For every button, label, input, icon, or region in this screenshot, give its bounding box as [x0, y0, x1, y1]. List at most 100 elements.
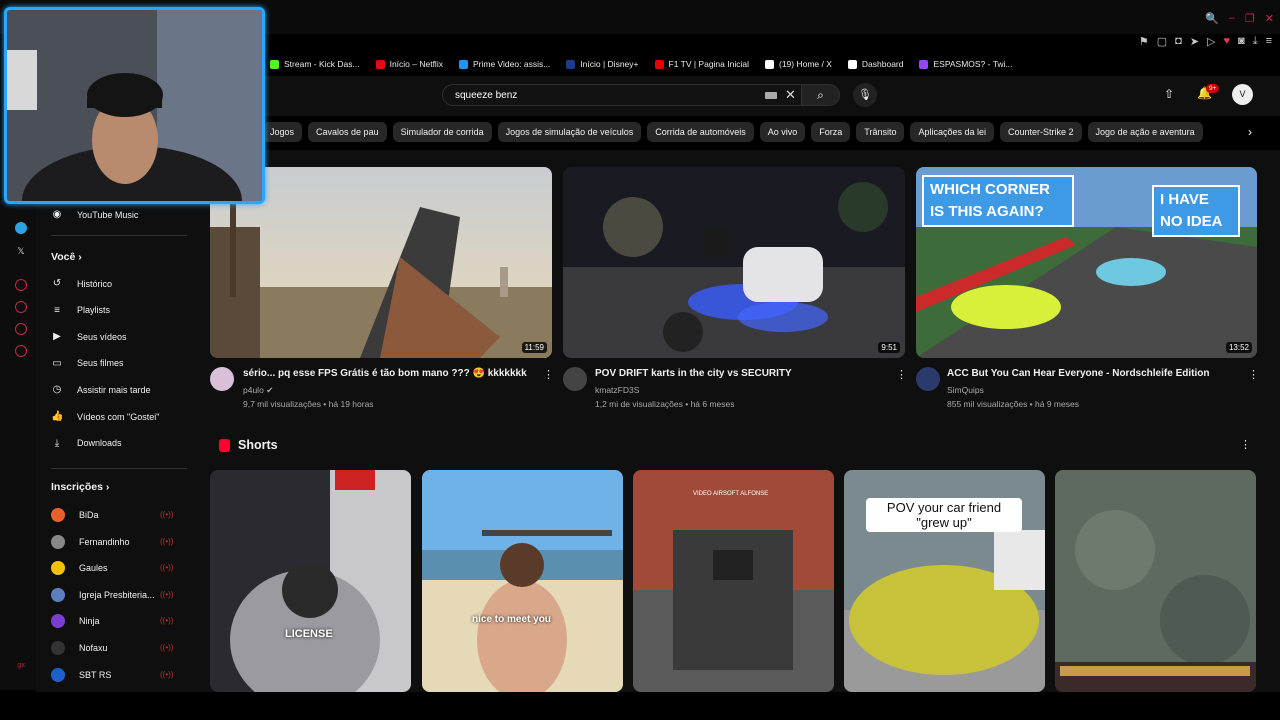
filter-chip[interactable]: Jogos [262, 122, 303, 142]
filter-chip[interactable]: Forza [811, 122, 851, 142]
more-options-icon[interactable]: ⋮ [1240, 438, 1251, 451]
filter-chip[interactable]: Simulador de corrida [392, 122, 492, 142]
bookmark-label: (19) Home / X [778, 59, 832, 69]
more-options-icon[interactable]: ⋮ [543, 368, 554, 381]
short-thumbnail[interactable]: LICENSE [210, 470, 411, 692]
history-icon[interactable] [15, 323, 27, 335]
channel-avatar[interactable] [210, 367, 234, 391]
upload-icon[interactable]: ⇧ [1164, 87, 1174, 101]
channel-avatar[interactable] [916, 367, 940, 391]
search-input[interactable]: squeeze benz ✕ [442, 84, 802, 106]
short-thumbnail[interactable] [1055, 470, 1256, 692]
short-thumbnail[interactable]: VIDEO AIRSOFT ALFONSE [633, 470, 834, 692]
filter-chip[interactable]: Corrida de automóveis [647, 122, 754, 142]
filter-chip[interactable]: Jogo de ação e aventura [1087, 122, 1203, 142]
sidebar-item-label: Downloads [77, 438, 122, 449]
live-indicator-icon: ((•)) [160, 589, 174, 599]
download-icon[interactable]: ⤓ [1253, 35, 1258, 48]
x-icon[interactable]: 𝕏 [15, 245, 27, 257]
filter-chip[interactable]: Cavalos de pau [308, 122, 387, 142]
video-title[interactable]: POV DRIFT karts in the city vs SECURITY [595, 368, 792, 379]
short-thumbnail[interactable]: POV your car friend "grew up" [844, 470, 1045, 692]
sidebar-item-youtube-music[interactable]: ◉ YouTube Music [51, 209, 139, 220]
sidebar-item[interactable]: ▭ Seus filmes [51, 358, 123, 369]
more-options-icon[interactable]: ⋮ [896, 368, 907, 381]
channel-name[interactable]: SimQuips [947, 385, 984, 395]
search-window-icon[interactable]: 🔍 [1205, 12, 1219, 25]
telegram-icon[interactable] [15, 222, 27, 234]
filter-chip[interactable]: Trânsito [856, 122, 905, 142]
sidebar-item[interactable]: ⤓ Downloads [51, 438, 122, 449]
bookmark-item[interactable]: Prime Video: assis... [458, 59, 550, 69]
wallet-icon[interactable]: ◙ [1238, 35, 1245, 48]
sidebar-item-icon: ▶ [53, 331, 61, 343]
bookmark-item[interactable]: ESPASMOS? - Twi... [919, 59, 1013, 69]
filter-chip[interactable]: Counter-Strike 2 [1000, 122, 1082, 142]
subscription-item[interactable]: BiDa [51, 508, 99, 522]
search-button[interactable]: ⌕ [802, 84, 840, 106]
bookmark-item[interactable]: Início | Disney+ [566, 59, 639, 69]
video-title[interactable]: ACC But You Can Hear Everyone - Nordschl… [947, 368, 1209, 379]
sidebar-item[interactable]: ▶ Seus vídeos [51, 331, 126, 343]
subscription-item[interactable]: Nofaxu [51, 641, 108, 655]
sidebar-item[interactable]: ≡ Playlists [51, 305, 110, 316]
video-thumbnail[interactable]: 9:51 [563, 167, 905, 358]
webcam-image [7, 10, 262, 201]
subscription-item[interactable]: Igreja Presbiteria... [51, 587, 155, 602]
bookmark-item[interactable]: F1 TV | Pagina Inicial [654, 59, 749, 69]
subscriptions-heading[interactable]: Inscrições › [51, 481, 109, 493]
you-section-heading[interactable]: Você › [51, 251, 82, 263]
channel-name[interactable]: kmatzFD3S [595, 385, 639, 395]
filter-chip[interactable]: Ao vivo [759, 122, 806, 142]
gx-icon[interactable]: gx [15, 660, 27, 672]
bookmark-icon[interactable]: ⚑ [1139, 35, 1149, 48]
minimize-icon[interactable]: – [1229, 12, 1235, 25]
keyboard-icon[interactable] [765, 92, 777, 99]
youtube-sidebar: ◉ YouTube Music Você › ↺ Histórico ≡ Playli… [36, 200, 196, 692]
speech-bubble-right: I HAVE NO IDEA [1152, 185, 1240, 237]
play-icon[interactable]: ▷ [1207, 35, 1215, 48]
filter-chip[interactable]: Aplicações da lei [910, 122, 995, 142]
channel-name[interactable]: p4ulo ✔ [243, 385, 273, 396]
bookmark-item[interactable]: Dashboard [847, 59, 903, 69]
sidebar-item[interactable]: ◷ Assistir mais tarde [51, 384, 151, 395]
heart-icon[interactable]: ♥ [1224, 35, 1231, 48]
maximize-icon[interactable]: ❐ [1245, 12, 1255, 25]
video-thumbnail[interactable]: WHICH CORNER IS THIS AGAIN? I HAVE NO ID… [916, 167, 1257, 358]
video-title[interactable]: sério... pq esse FPS Grátis é tão bom ma… [243, 368, 527, 379]
close-icon[interactable]: ✕ [1265, 12, 1274, 25]
channel-avatar [51, 534, 65, 549]
clock-icon[interactable] [15, 301, 27, 313]
bookmark-item[interactable]: Início – Netflix [375, 59, 443, 69]
subscription-item[interactable]: Gaules [51, 561, 108, 576]
avatar[interactable]: V [1232, 84, 1253, 105]
subscription-item[interactable]: Fernandinho [51, 534, 130, 549]
bookmark-item[interactable]: Stream - Kick Das... [270, 59, 360, 69]
sidebar-item-icon: ≡ [54, 304, 60, 316]
shield-icon[interactable]: ◘ [1175, 35, 1182, 48]
channel-avatar[interactable] [563, 367, 587, 391]
sidebar-item[interactable]: 👍 Vídeos com "Gostei" [51, 411, 159, 422]
bookmark-item[interactable]: (19) Home / X [764, 59, 832, 69]
subscription-item[interactable]: Ninja [51, 614, 100, 629]
sidebar-item[interactable]: ↺ Histórico [51, 278, 112, 289]
more-options-icon[interactable]: ⋮ [1248, 368, 1259, 381]
notification-badge: 9+ [1206, 84, 1220, 93]
chevron-right-icon[interactable]: › [1248, 125, 1252, 139]
short-thumbnail[interactable]: nice to meet you [422, 470, 623, 692]
shorts-icon [219, 439, 230, 452]
search-query[interactable]: squeeze benz [455, 90, 517, 101]
sidebar-ring-icon[interactable] [15, 279, 27, 291]
voice-search-button[interactable]: 🎙 [853, 83, 877, 107]
subscription-item[interactable]: SBT RS [51, 667, 111, 682]
screenshot-icon[interactable]: ▢ [1157, 35, 1167, 48]
bookmark-favicon-icon [919, 59, 929, 69]
short-image [210, 470, 411, 692]
send-icon[interactable]: ➤ [1190, 35, 1199, 48]
sidebar-item-label: YouTube Music [77, 209, 139, 220]
menu-icon[interactable]: ≡ [1266, 35, 1272, 48]
settings-icon[interactable] [15, 345, 27, 357]
bookmark-label: Stream - Kick Das... [284, 59, 360, 69]
clear-icon[interactable]: ✕ [785, 87, 796, 103]
filter-chip[interactable]: Jogos de simulação de veículos [497, 122, 642, 142]
